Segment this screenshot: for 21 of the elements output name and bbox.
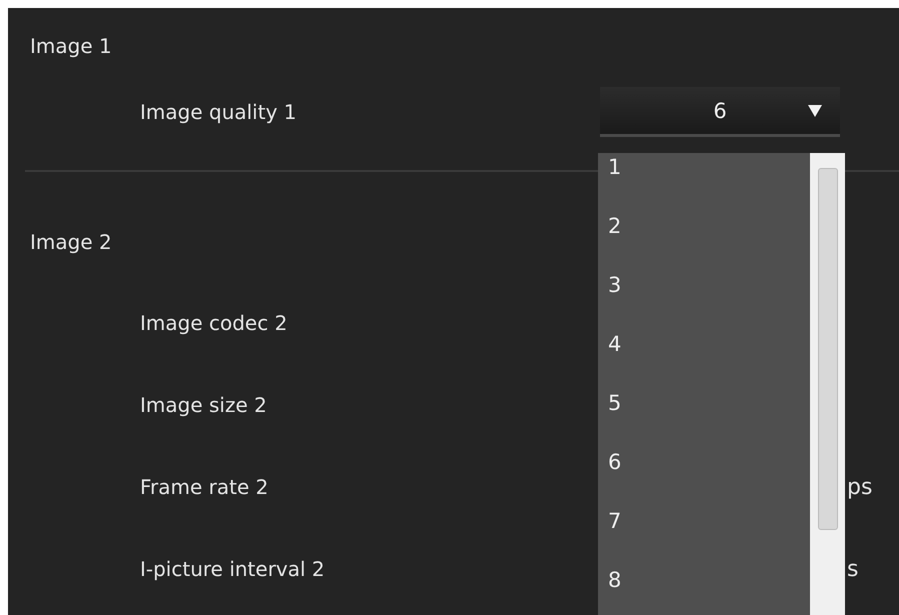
dropdown-option[interactable]: 1 xyxy=(608,154,622,178)
scrollbar-thumb[interactable] xyxy=(818,168,838,530)
setting-label: Image size 2 xyxy=(140,393,267,417)
setting-label: I-picture interval 2 xyxy=(140,557,325,581)
caret-icon xyxy=(808,105,822,117)
setting-label: Image quality 1 xyxy=(140,100,296,124)
dropdown-option[interactable]: 5 xyxy=(608,390,622,414)
unit-label: s xyxy=(847,556,858,582)
dropdown-option[interactable]: 8 xyxy=(608,568,622,592)
setting-label: Image codec 2 xyxy=(140,311,288,335)
scrollbar[interactable] xyxy=(810,153,845,615)
dropdown-option[interactable]: 6 xyxy=(608,450,622,474)
dropdown-option[interactable]: 7 xyxy=(608,508,622,532)
dropdown-option[interactable]: 4 xyxy=(608,332,622,356)
setting-label: Frame rate 2 xyxy=(140,475,268,499)
dropdown-option[interactable]: 2 xyxy=(608,214,622,238)
dropdown-option[interactable]: 3 xyxy=(608,272,622,296)
section-title: Image 1 xyxy=(30,34,112,58)
unit-label: ps xyxy=(847,474,872,500)
quality-dropdown[interactable]: 6 xyxy=(600,87,840,137)
section-title: Image 2 xyxy=(30,230,112,254)
